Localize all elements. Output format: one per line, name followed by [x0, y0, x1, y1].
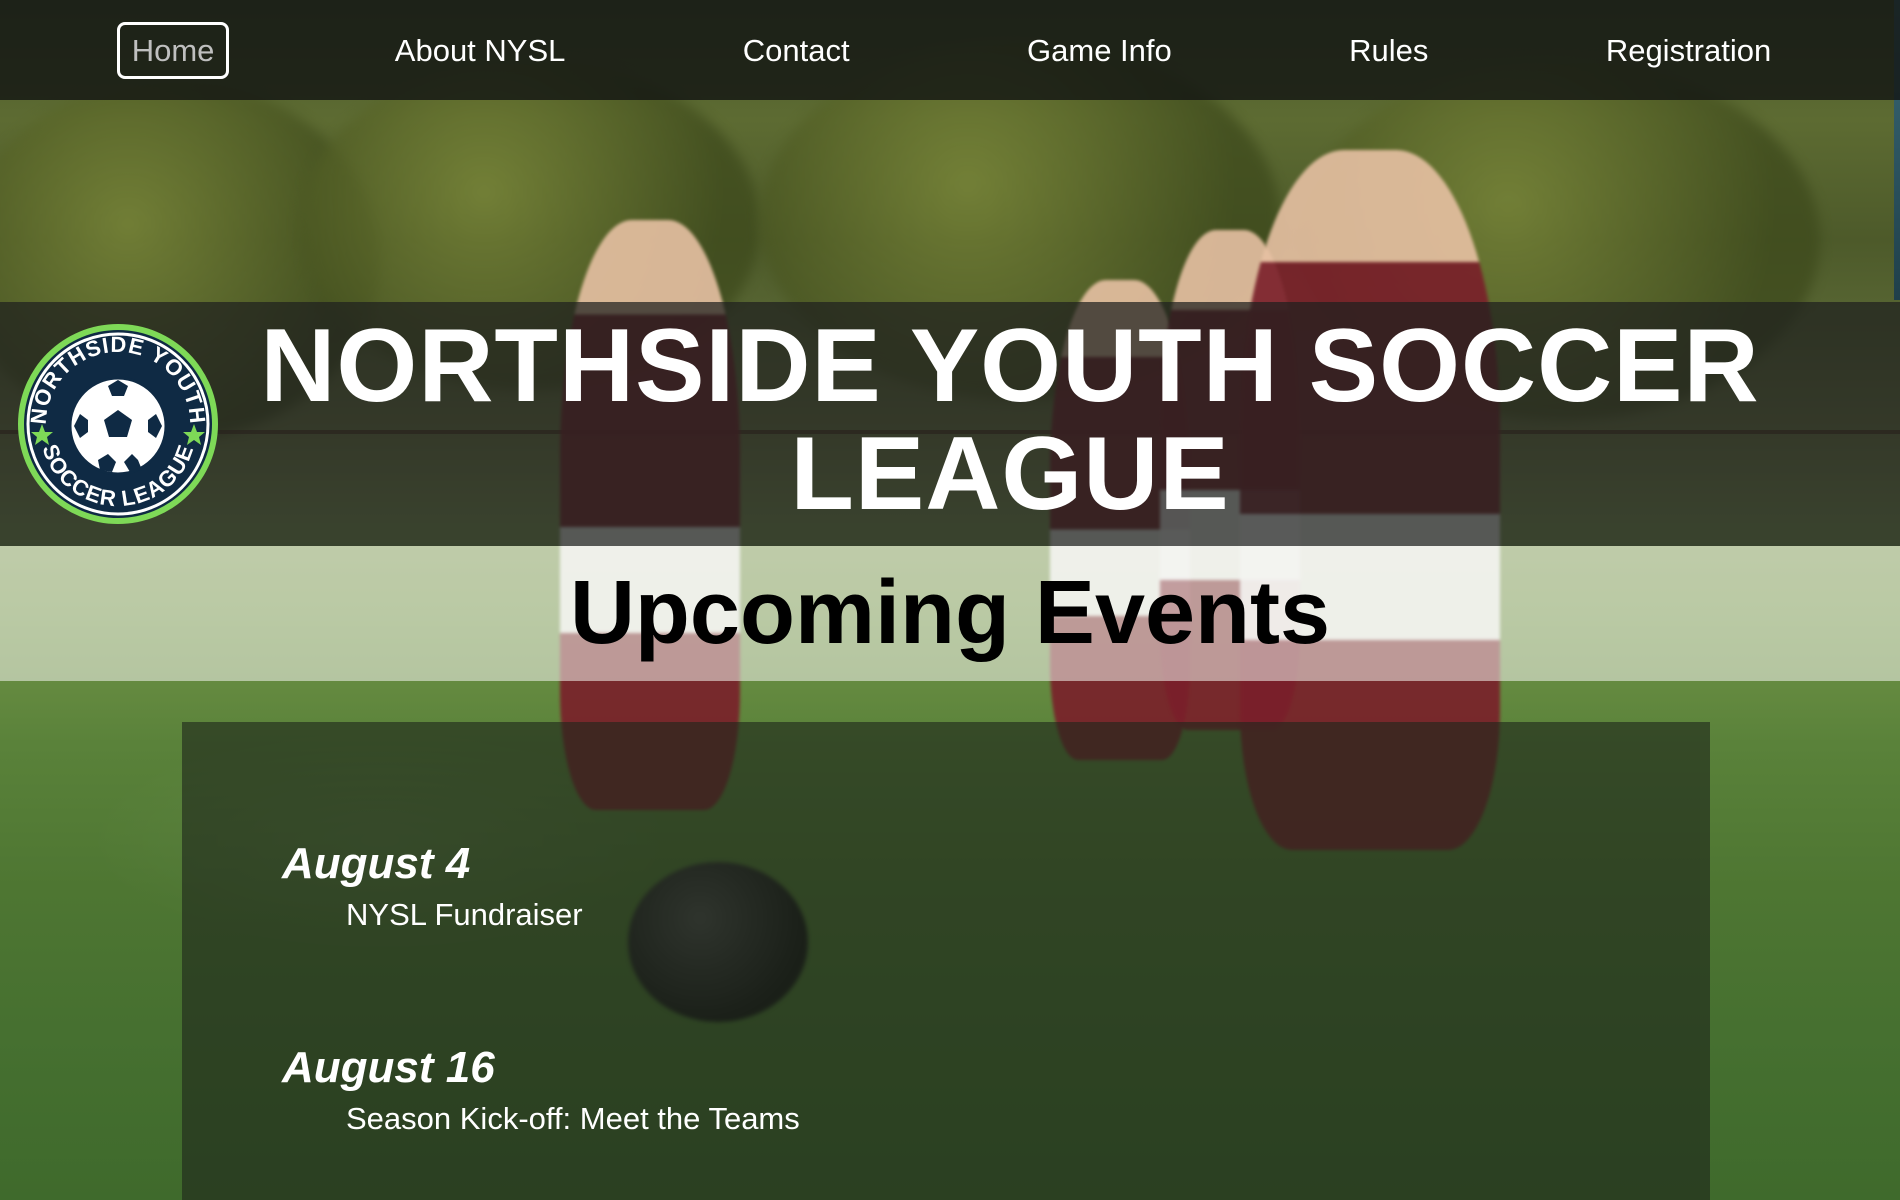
- nav-home[interactable]: Home: [116, 21, 230, 79]
- events-heading: Upcoming Events: [569, 563, 1331, 663]
- events-panel: August 4 NYSL Fundraiser August 16 Seaso…: [182, 722, 1710, 1200]
- soccer-ball-icon: [68, 376, 168, 476]
- nav-game-info[interactable]: Game Info: [1015, 25, 1184, 76]
- nav-contact[interactable]: Contact: [731, 25, 862, 76]
- nav-rules[interactable]: Rules: [1337, 25, 1440, 76]
- site-title: NORTHSIDE YOUTH SOCCER LEAGUE: [260, 308, 1760, 532]
- nav-about[interactable]: About NYSL: [383, 25, 578, 76]
- event-item: August 4 NYSL Fundraiser: [282, 838, 583, 934]
- event-name: NYSL Fundraiser: [346, 897, 583, 932]
- event-name: Season Kick-off: Meet the Teams: [346, 1101, 800, 1136]
- main-nav: Home About NYSL Contact Game Info Rules …: [0, 0, 1900, 100]
- nav-registration[interactable]: Registration: [1594, 25, 1783, 76]
- event-item: August 16 Season Kick-off: Meet the Team…: [282, 1042, 800, 1138]
- league-logo: NORTHSIDE YOUTH SOCCER LEAGUE: [18, 324, 218, 524]
- page: Home About NYSL Contact Game Info Rules …: [0, 0, 1900, 1200]
- event-date: August 4: [282, 839, 471, 888]
- event-date: August 16: [282, 1043, 495, 1092]
